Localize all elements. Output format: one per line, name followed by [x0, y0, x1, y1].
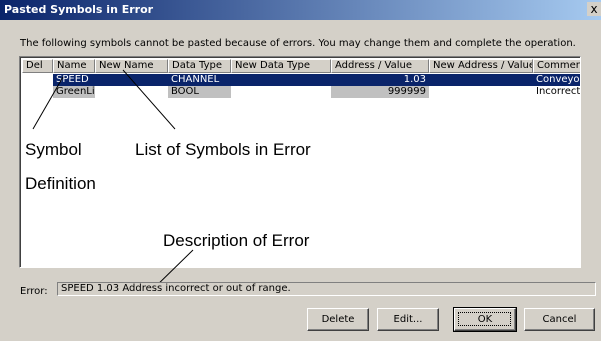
error-description-field: SPEED 1.03 Address incorrect or out of r…: [57, 282, 596, 296]
delete-button[interactable]: Delete: [307, 308, 369, 331]
edit-button[interactable]: Edit...: [377, 308, 439, 331]
pointer-line-symbol: [32, 76, 64, 130]
cancel-button[interactable]: Cancel: [524, 308, 595, 331]
error-label: Error:: [20, 286, 48, 297]
pointer-line-list: [122, 69, 176, 130]
focus-rect: [458, 312, 511, 326]
ok-button[interactable]: OK: [453, 307, 517, 332]
